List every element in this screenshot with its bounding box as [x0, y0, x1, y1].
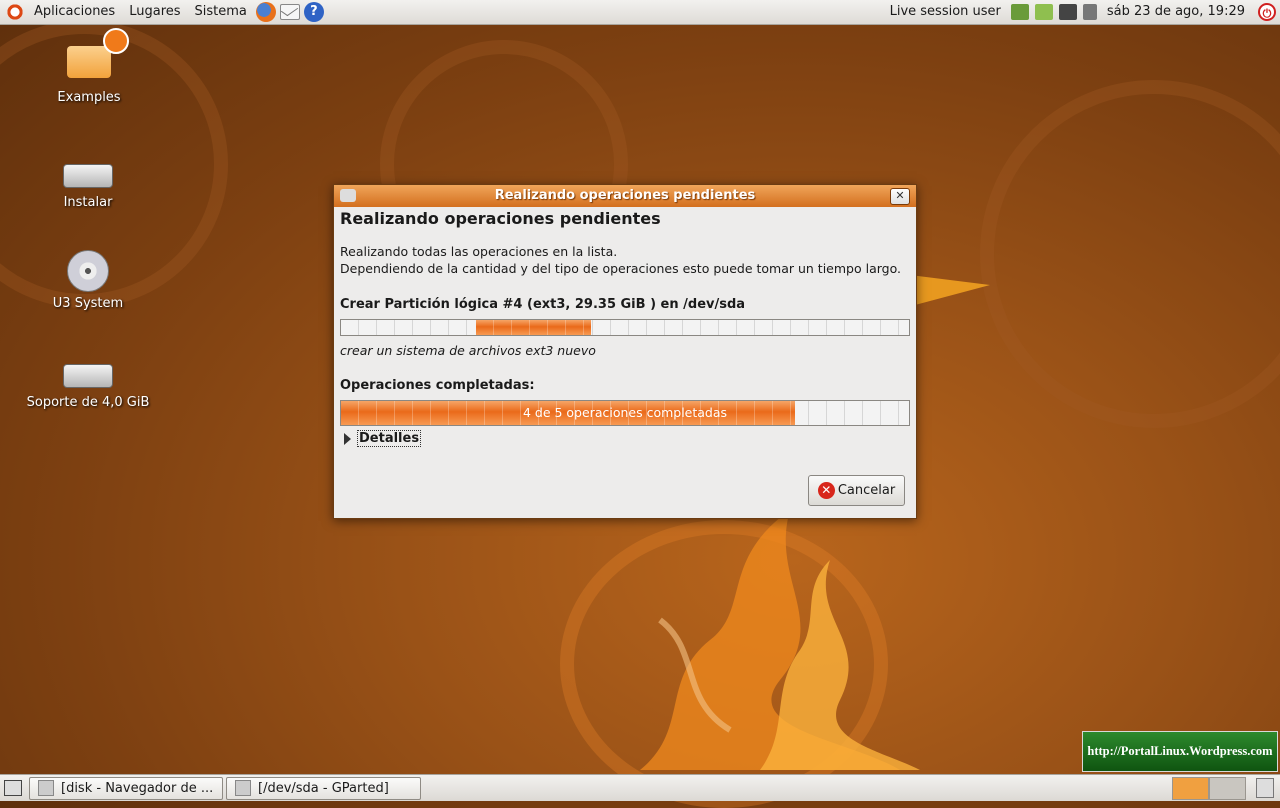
desktop-icon-label: Examples	[57, 90, 121, 105]
desktop-icon-instalar[interactable]: Instalar	[23, 150, 153, 210]
description-line: Dependiendo de la cantidad y del tipo de…	[340, 261, 901, 276]
wallpaper-flame	[640, 510, 920, 770]
install-icon	[63, 164, 113, 188]
usb-drive-icon	[63, 364, 113, 388]
completed-label: Operaciones completadas:	[340, 378, 535, 393]
power-icon[interactable]: ⏻	[1258, 3, 1276, 21]
taskbar-item-disk[interactable]: [disk - Navegador de ...	[29, 776, 223, 800]
taskbar-item-label: [/dev/sda - GParted]	[258, 780, 389, 796]
progress-fill	[476, 320, 591, 335]
menu-aplicaciones[interactable]: Aplicaciones	[27, 0, 122, 24]
workspace-switcher	[1172, 777, 1246, 800]
desktop-icon-u3-system[interactable]: U3 System	[23, 250, 153, 311]
close-button[interactable]: ✕	[890, 188, 910, 205]
progress-dialog: Realizando operaciones pendientes ✕ Real…	[333, 184, 917, 519]
session-user-label[interactable]: Live session user	[883, 0, 1008, 24]
cancel-button[interactable]: ✕ Cancelar	[808, 475, 905, 506]
show-desktop-icon[interactable]	[4, 780, 22, 796]
menu-lugares[interactable]: Lugares	[122, 0, 187, 24]
update-notifier-icon[interactable]	[1010, 4, 1029, 20]
dialog-titlebar[interactable]: Realizando operaciones pendientes ✕	[334, 185, 916, 207]
operation-progress-bar	[340, 319, 910, 336]
expander-arrow-icon[interactable]	[344, 432, 351, 445]
lock-badge-icon	[103, 28, 129, 54]
battery-icon[interactable]	[1034, 4, 1053, 20]
wallpaper-beak	[910, 275, 990, 305]
cancel-label: Cancelar	[837, 483, 896, 498]
bottom-panel: [disk - Navegador de ... [/dev/sda - GPa…	[0, 774, 1280, 801]
firefox-icon[interactable]	[255, 2, 276, 22]
cancel-icon: ✕	[817, 482, 835, 499]
mail-icon[interactable]	[279, 4, 300, 20]
details-expander[interactable]: Detalles	[340, 430, 910, 447]
dialog-title: Realizando operaciones pendientes	[494, 188, 756, 203]
workspace-1[interactable]	[1172, 777, 1209, 800]
ubuntu-logo-icon[interactable]	[6, 3, 24, 21]
clock[interactable]: sáb 23 de ago, 19:29	[1100, 0, 1252, 24]
taskbar-item-label: [disk - Navegador de ...	[61, 780, 214, 796]
watermark-label: http://PortalLinux.Wordpress.com	[1082, 731, 1278, 772]
desktop-icon-label: Instalar	[63, 195, 113, 210]
gparted-icon	[235, 780, 251, 796]
folder-icon	[67, 28, 129, 78]
completed-progress-bar: 4 de 5 operaciones completadas	[340, 400, 910, 426]
desktop-icon-usb-drive[interactable]: Soporte de 4,0 GiB	[23, 350, 153, 410]
completed-progress-text: 4 de 5 operaciones completadas	[522, 405, 728, 420]
gparted-app-icon	[340, 189, 356, 202]
cd-icon	[67, 250, 109, 292]
current-operation-title: Crear Partición lógica #4 (ext3, 29.35 G…	[340, 297, 746, 312]
top-panel: Aplicaciones Lugares Sistema ? Live sess…	[0, 0, 1280, 25]
details-label[interactable]: Detalles	[357, 430, 422, 447]
operation-substatus: crear un sistema de archivos ext3 nuevo	[340, 343, 596, 358]
volume-icon[interactable]	[1082, 4, 1097, 20]
desktop-icon-label: Soporte de 4,0 GiB	[26, 395, 150, 410]
help-icon[interactable]: ?	[303, 2, 324, 22]
desktop-icon-examples[interactable]: Examples	[24, 28, 154, 105]
dialog-heading: Realizando operaciones pendientes	[340, 209, 661, 228]
workspace-2[interactable]	[1209, 777, 1246, 800]
network-icon[interactable]	[1058, 4, 1077, 20]
desktop-icon-label: U3 System	[52, 296, 124, 311]
description-line: Realizando todas las operaciones en la l…	[340, 244, 618, 259]
file-manager-icon	[38, 780, 54, 796]
dialog-description: Realizando todas las operaciones en la l…	[340, 243, 910, 277]
trash-icon[interactable]	[1256, 778, 1274, 798]
menu-sistema[interactable]: Sistema	[188, 0, 254, 24]
taskbar-item-gparted[interactable]: [/dev/sda - GParted]	[226, 776, 421, 800]
